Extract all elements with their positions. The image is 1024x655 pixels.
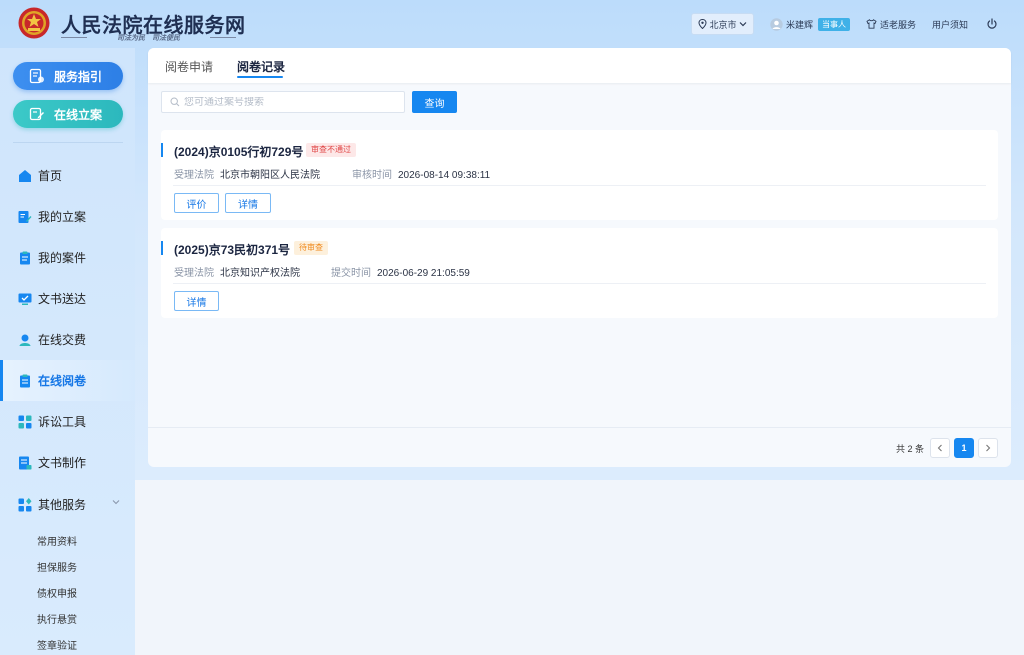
sidebar-divider — [13, 142, 123, 143]
online-filing-icon — [29, 107, 44, 121]
service-guide-label: 服务指引 — [54, 69, 103, 84]
time-info: 审核时间 2026-08-14 09:38:11 — [352, 166, 490, 181]
sidebar-item-label: 在线交费 — [38, 333, 87, 347]
card-accent-bar — [161, 143, 163, 157]
time-value: 2026-08-14 09:38:11 — [398, 170, 491, 181]
sidebar-subitem-common-materials[interactable]: 常用资料 — [37, 533, 77, 548]
case-number: (2024)京0105行初729号 — [174, 145, 304, 159]
card-accent-bar — [161, 241, 163, 255]
status-badge: 待审查 — [294, 241, 328, 255]
more-services-icon — [18, 497, 32, 511]
prev-page-button[interactable] — [930, 438, 950, 458]
time-label: 提交时间 — [331, 268, 371, 279]
sidebar-subitem-guarantee-service[interactable]: 担保服务 — [37, 559, 77, 574]
search-input[interactable] — [184, 96, 394, 108]
file-review-icon — [20, 374, 30, 387]
time-label: 审核时间 — [352, 170, 392, 181]
sidebar-subitem-execution-reward[interactable]: 执行悬赏 — [37, 611, 77, 626]
shirt-icon — [866, 19, 877, 29]
sidebar-item-other-services[interactable]: 其他服务 — [0, 484, 135, 525]
court-emblem-icon — [18, 7, 50, 39]
search-box[interactable] — [161, 91, 405, 113]
sidebar-item-label: 我的立案 — [38, 210, 87, 224]
city-label: 北京市 — [709, 19, 737, 30]
court-info: 受理法院 北京知识产权法院 — [174, 264, 300, 279]
sidebar-item-my-filing[interactable]: 我的立案 — [0, 196, 135, 237]
sidebar-item-home[interactable]: 首页 — [0, 155, 135, 196]
payment-user-icon — [19, 334, 31, 346]
user-profile[interactable]: 米建辉 当事人 — [770, 16, 851, 32]
sidebar-subitem-signature-verify[interactable]: 签章验证 — [37, 637, 77, 652]
service-guide-button[interactable]: 服务指引 — [13, 62, 123, 90]
pagination-total: 共 2 条 — [896, 444, 925, 454]
sidebar-item-litigation-tools[interactable]: 诉讼工具 — [0, 401, 135, 442]
search-icon — [170, 97, 180, 107]
chevron-down-icon — [739, 22, 746, 27]
details-button[interactable]: 详情 — [225, 193, 271, 213]
sidebar-item-label: 文书送达 — [38, 292, 87, 306]
evaluate-button[interactable]: 评价 — [174, 193, 219, 213]
case-number: (2025)京73民初371号 — [174, 243, 291, 257]
sidebar-subitem-claim-declaration[interactable]: 债权申报 — [37, 585, 77, 600]
page-button-current[interactable]: 1 — [954, 438, 974, 458]
site-slogan: 司法为民 司法便民 — [61, 33, 236, 43]
document-make-icon — [19, 456, 32, 469]
court-name: 北京市朝阳区人民法院 — [220, 170, 320, 181]
sidebar-item-online-payment[interactable]: 在线交费 — [0, 319, 135, 360]
user-notice-label: 用户须知 — [932, 19, 969, 30]
elder-service-label: 适老服务 — [880, 19, 917, 30]
card-divider — [173, 283, 986, 284]
court-label: 受理法院 — [174, 170, 214, 181]
court-info: 受理法院 北京市朝阳区人民法院 — [174, 166, 320, 181]
details-button[interactable]: 详情 — [174, 291, 219, 311]
sidebar-item-label: 首页 — [38, 169, 63, 183]
court-name: 北京知识产权法院 — [220, 268, 300, 279]
sidebar-item-document-making[interactable]: 文书制作 — [0, 442, 135, 483]
home-icon — [19, 169, 31, 182]
tab-review-application[interactable]: 阅卷申请 — [165, 58, 213, 75]
record-card: (2024)京0105行初729号 审查不通过 受理法院 北京市朝阳区人民法院 审… — [161, 130, 998, 220]
online-filing-label: 在线立案 — [54, 107, 103, 122]
tabs-bar: 阅卷申请 阅卷记录 — [148, 48, 1011, 83]
time-info: 提交时间 2026-06-29 21:05:59 — [331, 264, 470, 279]
sidebar-item-my-cases[interactable]: 我的案件 — [0, 237, 135, 278]
city-selector[interactable]: 北京市 — [691, 13, 754, 35]
clipboard-icon — [20, 251, 30, 264]
sidebar-item-label: 在线阅卷 — [38, 374, 87, 388]
monitor-check-icon — [18, 293, 32, 305]
sidebar-item-label: 文书制作 — [38, 456, 87, 470]
sidebar-item-label: 诉讼工具 — [38, 415, 87, 429]
logout-button[interactable] — [986, 16, 998, 32]
grid-tools-icon — [18, 415, 32, 428]
power-icon — [987, 18, 997, 29]
main-panel: 阅卷申请 阅卷记录 查询 (2024)京0105行初729号 审查不通过 受理法… — [148, 48, 1011, 467]
tab-review-records[interactable]: 阅卷记录 — [237, 58, 285, 75]
sidebar-item-label: 其他服务 — [38, 498, 87, 512]
user-avatar-icon — [770, 17, 783, 31]
time-value: 2026-06-29 21:05:59 — [377, 268, 470, 279]
user-notice-link[interactable]: 用户须知 — [932, 16, 968, 32]
active-tab-indicator — [237, 76, 283, 78]
next-page-button[interactable] — [978, 438, 998, 458]
service-guide-icon — [29, 68, 44, 84]
location-pin-icon — [698, 19, 707, 29]
sidebar-item-document-delivery[interactable]: 文书送达 — [0, 278, 135, 319]
chevron-down-icon — [112, 500, 120, 505]
card-divider — [173, 185, 986, 186]
sidebar-item-online-review[interactable]: 在线阅卷 — [0, 360, 135, 401]
top-header: 人民法院在线服务网 司法为民 司法便民 北京市 米建辉 当事人 适老服务 用户须… — [0, 0, 1024, 48]
elder-service-link[interactable]: 适老服务 — [866, 16, 916, 32]
record-card: (2025)京73民初371号 待审查 受理法院 北京知识产权法院 提交时间 202… — [161, 228, 998, 318]
chevron-right-icon — [986, 444, 991, 452]
search-button[interactable]: 查询 — [412, 91, 457, 113]
user-name: 米建辉 — [786, 19, 814, 30]
court-label: 受理法院 — [174, 268, 214, 279]
user-role-badge: 当事人 — [818, 17, 851, 31]
online-filing-button[interactable]: 在线立案 — [13, 100, 123, 128]
sidebar-item-label: 我的案件 — [38, 251, 87, 265]
chevron-left-icon — [937, 444, 942, 452]
edit-document-icon — [18, 210, 32, 223]
status-badge: 审查不通过 — [306, 143, 356, 157]
footer-divider — [148, 427, 1011, 428]
